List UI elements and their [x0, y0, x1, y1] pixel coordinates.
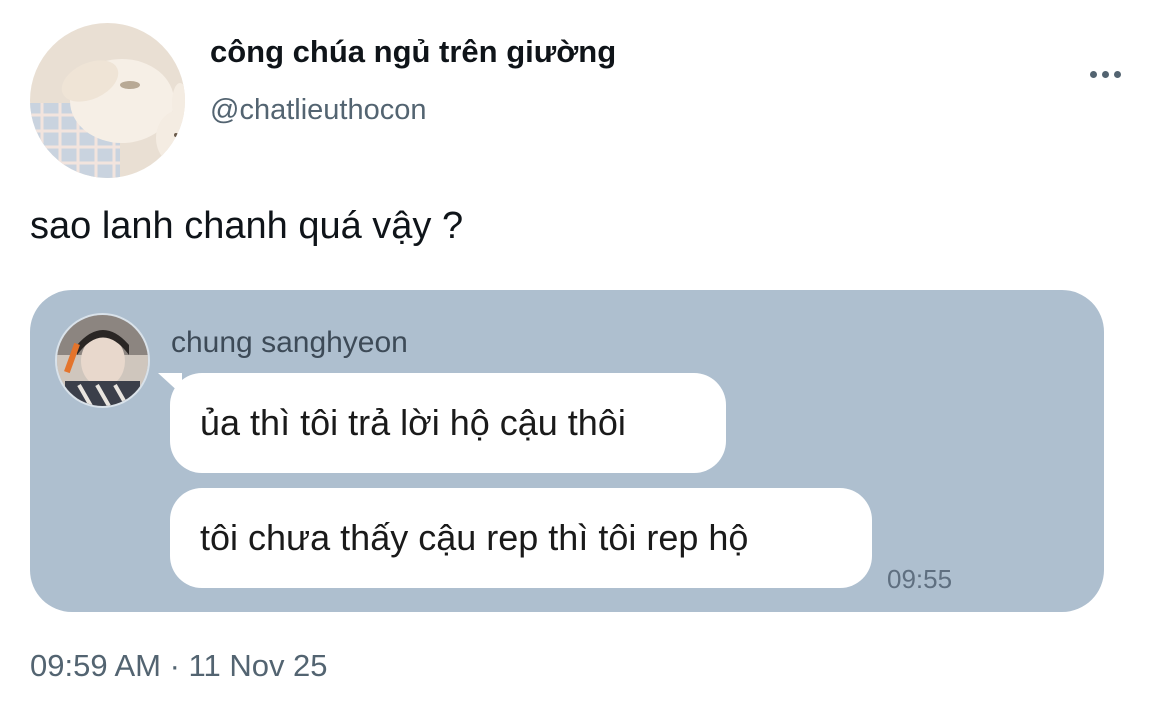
tweet-timestamp[interactable]: 09:59 AM · 11 Nov 25 [30, 648, 328, 684]
author-display-name[interactable]: công chúa ngủ trên giường [210, 34, 616, 70]
chat-message-bubble: tôi chưa thấy cậu rep thì tôi rep hộ [170, 488, 872, 588]
chat-message-time: 09:55 [887, 564, 953, 594]
tweet-page: công chúa ngủ trên giường @chatlieuthoco… [0, 0, 1170, 713]
person-avatar-icon [57, 315, 148, 406]
sender-avatar [55, 313, 150, 408]
more-horizontal-icon [1101, 70, 1109, 78]
chat-screenshot-card[interactable]: chung sanghyeon ủa thì tôi trả lời hộ cậ… [30, 290, 1104, 612]
author-handle[interactable]: @chatlieuthocon [210, 94, 426, 127]
tweet-text: sao lanh chanh quá vậy ? [30, 205, 464, 247]
author-avatar[interactable] [30, 23, 185, 178]
chat-message-bubble: ủa thì tôi trả lời hộ cậu thôi [170, 373, 726, 473]
sleeping-bunny-avatar-icon [30, 23, 185, 178]
more-options-button[interactable] [1080, 60, 1130, 88]
chat-sender-name: chung sanghyeon [171, 326, 408, 359]
more-horizontal-icon [1113, 70, 1121, 78]
more-horizontal-icon [1089, 70, 1097, 78]
